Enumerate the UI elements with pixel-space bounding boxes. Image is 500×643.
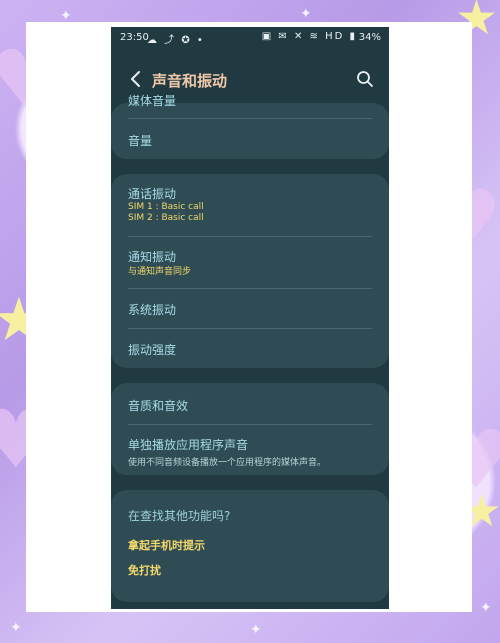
list-item-partial[interactable]: 媒体音量	[128, 92, 372, 109]
volume-label: 音量	[128, 134, 153, 148]
divider	[128, 288, 372, 289]
looking-for-more-card: 在查找其他功能吗? 拿起手机时提示 免打扰	[111, 490, 389, 602]
separate-app-sound-sub: 使用不同音频设备播放一个应用程序的媒体声音。	[128, 458, 327, 468]
back-arrow-icon[interactable]	[127, 67, 147, 91]
divider	[128, 328, 372, 329]
list-item-call-vibration[interactable]: 通话振动 SIM 1 : Basic call SIM 2 : Basic ca…	[128, 185, 372, 224]
divider	[128, 236, 372, 237]
sparkle-decoration: ✦	[300, 6, 312, 22]
phone-screen: 23:50 ☁ ⤴ ✪ • ▣ ✉ ✕ ≋ HD ▮ 34% 声音和振动 媒体音…	[111, 27, 389, 609]
call-vibration-label: 通话振动	[128, 187, 177, 201]
page-title: 声音和振动	[152, 72, 228, 90]
looking-for-title-row: 在查找其他功能吗?	[128, 507, 372, 524]
list-item-separate-app-sound[interactable]: 单独播放应用程序声音 使用不同音频设备播放一个应用程序的媒体声音。	[128, 436, 372, 468]
link-do-not-disturb[interactable]: 免打扰	[128, 562, 372, 578]
list-item-volume[interactable]: 音量	[128, 132, 372, 149]
list-item-system-vibration[interactable]: 系统振动	[128, 301, 372, 318]
notification-vibration-label: 通知振动	[128, 250, 177, 264]
sound-quality-label: 音质和音效	[128, 399, 189, 413]
battery-level: 34%	[358, 32, 381, 43]
call-vibration-sim2: SIM 2 : Basic call	[128, 213, 204, 223]
sparkle-decoration: ✦	[10, 620, 22, 636]
sparkle-decoration: ✦	[480, 600, 492, 616]
link-lift-to-alert[interactable]: 拿起手机时提示	[128, 537, 372, 553]
list-item-vibration-intensity[interactable]: 振动强度	[128, 341, 372, 358]
status-time: 23:50	[120, 32, 149, 43]
notification-vibration-sub: 与通知声音同步	[128, 267, 192, 277]
system-status-icons: ▣ ✉ ✕ ≋ HD ▮	[261, 31, 357, 42]
settings-group-volume: 媒体音量 音量	[111, 94, 389, 159]
notification-icons: ☁ ⤴ ✪ •	[147, 35, 205, 46]
lift-to-alert-link: 拿起手机时提示	[128, 539, 205, 552]
divider	[128, 118, 372, 119]
list-item-notification-vibration[interactable]: 通知振动 与通知声音同步	[128, 248, 372, 278]
call-vibration-sim1: SIM 1 : Basic call	[128, 202, 204, 212]
partial-item-label: 媒体音量	[128, 94, 177, 108]
sparkle-decoration: ✦	[250, 622, 262, 638]
search-icon[interactable]	[355, 69, 375, 89]
list-item-sound-quality[interactable]: 音质和音效	[128, 397, 372, 414]
separate-app-sound-label: 单独播放应用程序声音	[128, 438, 249, 452]
system-vibration-label: 系统振动	[128, 303, 177, 317]
looking-for-title: 在查找其他功能吗?	[128, 509, 231, 523]
status-bar: 23:50 ☁ ⤴ ✪ • ▣ ✉ ✕ ≋ HD ▮ 34%	[111, 27, 389, 51]
do-not-disturb-link: 免打扰	[128, 564, 161, 577]
divider	[128, 424, 372, 425]
vibration-intensity-label: 振动强度	[128, 343, 177, 357]
settings-group-vibration: 通话振动 SIM 1 : Basic call SIM 2 : Basic ca…	[111, 174, 389, 368]
settings-group-sound-quality: 音质和音效 单独播放应用程序声音 使用不同音频设备播放一个应用程序的媒体声音。	[111, 383, 389, 475]
